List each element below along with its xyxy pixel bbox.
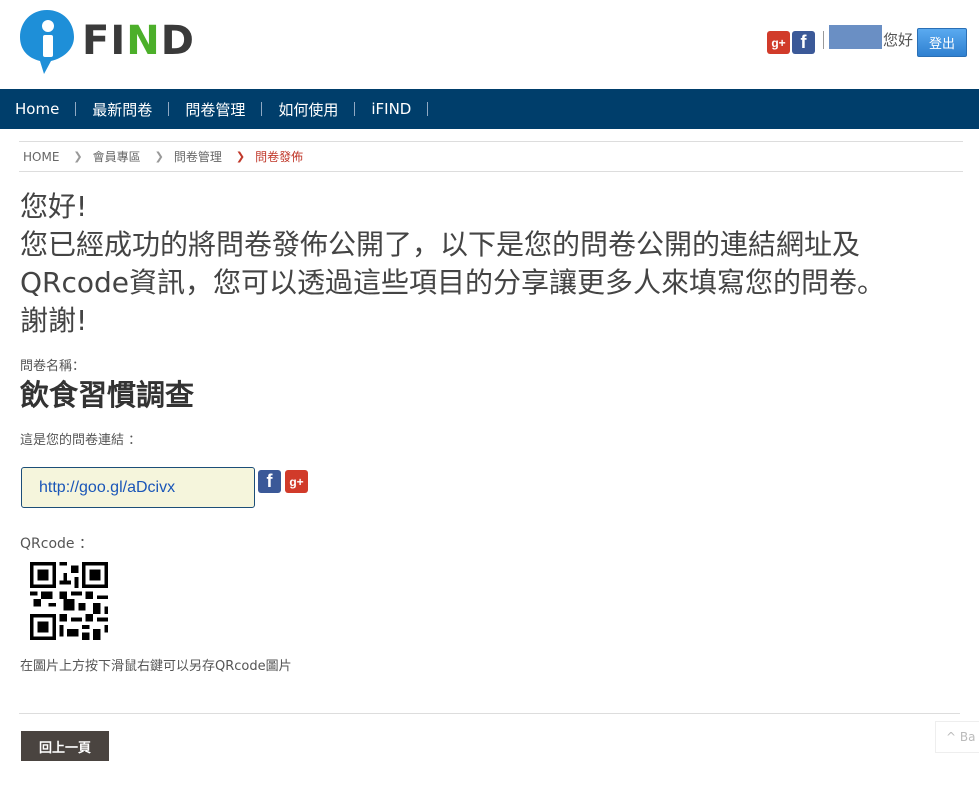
chevron-right-icon: ❯ [154, 150, 164, 163]
logout-button[interactable]: 登出 [917, 28, 967, 57]
header-divider [823, 31, 824, 49]
map-pin-icon [20, 10, 74, 74]
facebook-icon[interactable]: f [792, 31, 815, 54]
chevron-right-icon: ❯ [235, 150, 246, 163]
nav-separator [427, 102, 429, 116]
site-header: FIND g+ f 您好 登出 [0, 0, 979, 89]
qrcode-label: QRcode ： [20, 536, 93, 552]
nav-item-home[interactable]: Home [15, 100, 59, 118]
message-line: QRcode資訊，您可以透過這些項目的分享讓更多人來填寫您的問卷。 [20, 266, 886, 299]
nav-item-how-to-use[interactable]: 如何使用 [278, 99, 338, 120]
logo-wordmark: FIND [82, 18, 195, 64]
breadcrumb: HOME ❯ 會員專區 ❯ 問卷管理 ❯ 問卷發佈 [19, 141, 963, 172]
breadcrumb-survey-management[interactable]: 問卷管理 [174, 148, 222, 165]
google-plus-icon[interactable]: g+ [767, 31, 790, 54]
chevron-right-icon: ❯ [73, 150, 83, 163]
user-name-redacted [829, 25, 882, 49]
facebook-share-icon[interactable]: f [258, 470, 281, 493]
nav-item-latest-surveys[interactable]: 最新問卷 [92, 99, 152, 120]
back-button[interactable]: 回上一頁 [21, 731, 109, 761]
message-line: 您已經成功的將問卷發佈公開了，以下是您的問卷公開的連結網址及 [20, 228, 861, 261]
message-line: 謝謝! [20, 304, 88, 337]
publish-success-message: 您好! 您已經成功的將問卷發佈公開了，以下是您的問卷公開的連結網址及 QRcod… [20, 188, 960, 340]
nav-separator [354, 102, 356, 116]
header-social-links: g+ f [767, 31, 815, 54]
main-nav: Home 最新問卷 問卷管理 如何使用 iFIND [0, 89, 979, 129]
divider [19, 713, 960, 714]
survey-link-url[interactable]: http://goo.gl/aDcivx [39, 479, 175, 497]
qrcode-hint: 在圖片上方按下滑鼠右鍵可以另存QRcode圖片 [20, 659, 292, 674]
qrcode-image[interactable] [30, 562, 108, 640]
nav-separator [75, 102, 77, 116]
nav-item-survey-management[interactable]: 問卷管理 [185, 99, 245, 120]
survey-link-label: 這是您的問卷連結 ： [20, 433, 142, 448]
breadcrumb-member-area[interactable]: 會員專區 [93, 148, 141, 165]
survey-link-field[interactable]: http://goo.gl/aDcivx [21, 467, 255, 508]
message-line: 您好! [20, 190, 88, 223]
share-links: f g+ [258, 470, 308, 493]
ifind-logo[interactable]: FIND [18, 8, 208, 78]
google-plus-share-icon[interactable]: g+ [285, 470, 308, 493]
breadcrumb-current: 問卷發佈 [255, 150, 304, 164]
back-to-top-button[interactable]: ^ Ba [935, 721, 979, 753]
nav-item-ifind[interactable]: iFIND [371, 100, 411, 118]
breadcrumb-home[interactable]: HOME [23, 150, 59, 164]
user-greeting: 您好 [883, 31, 914, 49]
nav-separator [168, 102, 170, 116]
survey-name: 飲食習慣調查 [20, 378, 195, 412]
nav-separator [261, 102, 263, 116]
